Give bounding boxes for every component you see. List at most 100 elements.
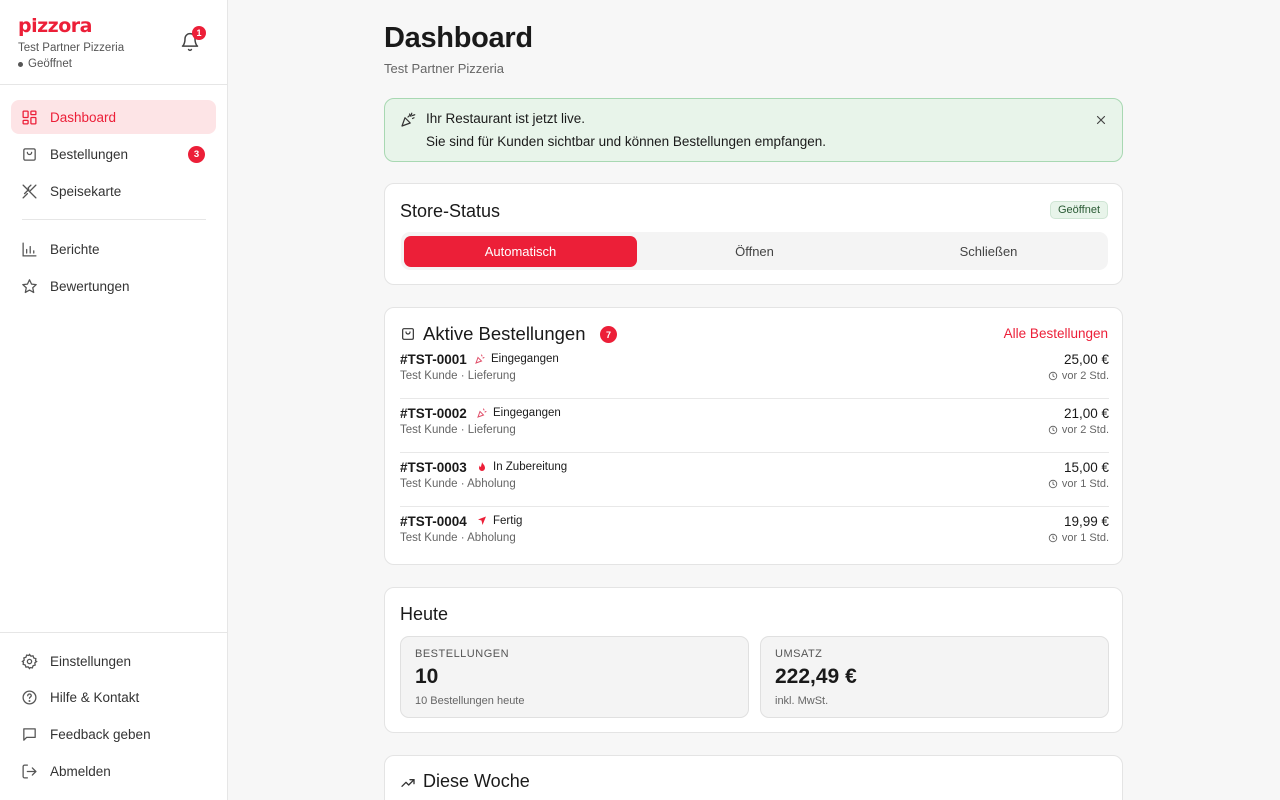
active-orders-title: Aktive Bestellungen xyxy=(423,323,586,344)
order-price: 25,00 € xyxy=(1063,352,1109,367)
status-option-auto[interactable]: Automatisch xyxy=(404,236,637,267)
nav-label: Bestellungen xyxy=(50,146,129,162)
order-status: In Zubereitung xyxy=(476,461,567,473)
order-time-text: vor 1 Std. xyxy=(1061,478,1109,490)
shopping-bag-icon xyxy=(23,147,36,161)
today-title: Heute xyxy=(400,604,449,624)
stat-label: BESTELLUNGEN xyxy=(415,648,510,660)
utensils-icon xyxy=(22,183,37,199)
order-status-label: In Zubereitung xyxy=(493,461,568,473)
banner-text: Sie sind für Kunden sichtbar und können … xyxy=(426,134,827,149)
trending-up-icon xyxy=(401,779,415,787)
stat-note: inkl. MwSt. xyxy=(775,695,829,707)
all-orders-link[interactable]: Alle Bestellungen xyxy=(1004,326,1108,341)
store-status-title: Store-Status xyxy=(400,201,501,221)
order-id: #TST-0003 xyxy=(400,460,467,475)
store-status-indicator: Geöffnet xyxy=(18,57,124,71)
nav-label: Feedback geben xyxy=(50,726,151,742)
order-status: Eingegangen xyxy=(476,407,561,419)
message-icon xyxy=(23,727,36,741)
order-meta: Test Kunde · Abholung xyxy=(400,532,516,544)
partner-name: Test Partner Pizzeria xyxy=(18,42,125,54)
banner-title: Ihr Restaurant ist jetzt live. xyxy=(426,111,586,126)
order-time: vor 2 Std. xyxy=(1048,424,1109,436)
star-icon xyxy=(22,278,37,293)
order-time-text: vor 1 Std. xyxy=(1061,532,1109,544)
status-option-close[interactable]: Schließen xyxy=(872,236,1105,267)
store-status-text: Geöffnet xyxy=(28,58,72,70)
week-title: Diese Woche xyxy=(423,771,530,791)
nav-item-feedback[interactable]: Feedback geben xyxy=(11,717,216,751)
week-card: Diese Woche xyxy=(384,755,1123,800)
table-row[interactable]: #TST-0002 Eingegangen Test Kunde · Liefe… xyxy=(400,399,1109,453)
stat-orders[interactable]: BESTELLUNGEN 10 10 Bestellungen heute xyxy=(400,636,749,718)
party-popper-icon xyxy=(475,354,485,364)
stat-revenue[interactable]: UMSATZ 222,49 € inkl. MwSt. xyxy=(760,636,1109,718)
order-status-label: Eingegangen xyxy=(493,407,561,419)
order-id: #TST-0001 xyxy=(400,352,467,367)
clock-icon xyxy=(1048,479,1058,489)
nav-item-logout[interactable]: Abmelden xyxy=(11,754,216,788)
order-meta: Test Kunde · Abholung xyxy=(400,478,516,490)
nav-item-orders[interactable]: Bestellungen 3 xyxy=(11,137,216,171)
status-dot xyxy=(18,61,23,67)
nav-label: Dashboard xyxy=(50,109,117,125)
order-status: Fertig xyxy=(476,515,522,527)
stat-label: UMSATZ xyxy=(775,648,823,660)
order-time-text: vor 2 Std. xyxy=(1061,370,1109,382)
bar-chart-icon xyxy=(22,241,37,257)
order-price: 19,99 € xyxy=(1063,514,1109,529)
page-subtitle: Test Partner Pizzeria xyxy=(384,61,504,76)
nav-item-dashboard[interactable]: Dashboard xyxy=(11,100,216,134)
brand: pizzora Test Partner Pizzeria Geöffnet xyxy=(18,16,124,71)
gear-icon xyxy=(21,652,38,670)
nav-label: Speisekarte xyxy=(50,183,122,199)
flame-icon xyxy=(479,462,485,471)
order-status-label: Eingegangen xyxy=(491,353,559,365)
store-status-toggle: Automatisch Öffnen Schließen xyxy=(401,232,1108,270)
nav-item-reviews[interactable]: Bewertungen xyxy=(11,269,216,303)
live-banner: Ihr Restaurant ist jetzt live. Sie sind … xyxy=(384,98,1123,162)
order-price: 15,00 € xyxy=(1063,460,1109,475)
logout-icon xyxy=(22,763,37,779)
help-circle-icon xyxy=(22,689,37,705)
clock-icon xyxy=(1048,533,1058,543)
active-orders-card: Aktive Bestellungen 7 Alle Bestellungen … xyxy=(384,307,1123,565)
divider xyxy=(0,84,228,85)
logo[interactable]: pizzora xyxy=(18,16,124,36)
nav-item-settings[interactable]: Einstellungen xyxy=(11,644,216,678)
order-meta: Test Kunde · Lieferung xyxy=(400,424,516,436)
order-status-label: Fertig xyxy=(493,515,523,527)
orders-badge: 3 xyxy=(188,146,205,163)
party-popper-icon xyxy=(477,408,487,418)
table-row[interactable]: #TST-0001 Eingegangen Test Kunde · Liefe… xyxy=(400,345,1109,399)
table-row[interactable]: #TST-0003 In Zubereitung Test Kunde · Ab… xyxy=(400,453,1109,507)
nav-label: Berichte xyxy=(50,241,100,257)
close-icon[interactable] xyxy=(1094,113,1108,127)
stat-value: 222,49 € xyxy=(775,665,857,688)
notification-badge: 1 xyxy=(192,26,206,40)
page-title: Dashboard xyxy=(384,22,533,54)
order-status: Eingegangen xyxy=(474,353,559,365)
order-time: vor 1 Std. xyxy=(1048,532,1109,544)
order-id: #TST-0004 xyxy=(400,514,467,529)
nav-label: Bewertungen xyxy=(50,278,130,294)
divider xyxy=(0,632,228,633)
flag-icon xyxy=(478,516,486,525)
active-orders-count: 7 xyxy=(600,326,617,343)
nav-divider xyxy=(22,219,206,220)
today-card: Heute BESTELLUNGEN 10 10 Bestellungen he… xyxy=(384,587,1123,733)
clock-icon xyxy=(1048,371,1058,381)
order-time-text: vor 2 Std. xyxy=(1061,424,1109,436)
status-option-open[interactable]: Öffnen xyxy=(638,236,871,267)
order-time: vor 1 Std. xyxy=(1048,478,1109,490)
nav-item-menu[interactable]: Speisekarte xyxy=(11,174,216,208)
order-meta: Test Kunde · Lieferung xyxy=(400,370,516,382)
nav-item-reports[interactable]: Berichte xyxy=(11,232,216,266)
shopping-bag-icon xyxy=(402,328,414,340)
nav-item-help[interactable]: Hilfe & Kontakt xyxy=(11,680,216,714)
party-popper-icon xyxy=(401,112,416,127)
stat-note: 10 Bestellungen heute xyxy=(415,695,525,707)
sidebar: pizzora Test Partner Pizzeria Geöffnet 1… xyxy=(0,0,228,800)
table-row[interactable]: #TST-0004 Fertig Test Kunde · Abholung 1… xyxy=(400,507,1109,561)
